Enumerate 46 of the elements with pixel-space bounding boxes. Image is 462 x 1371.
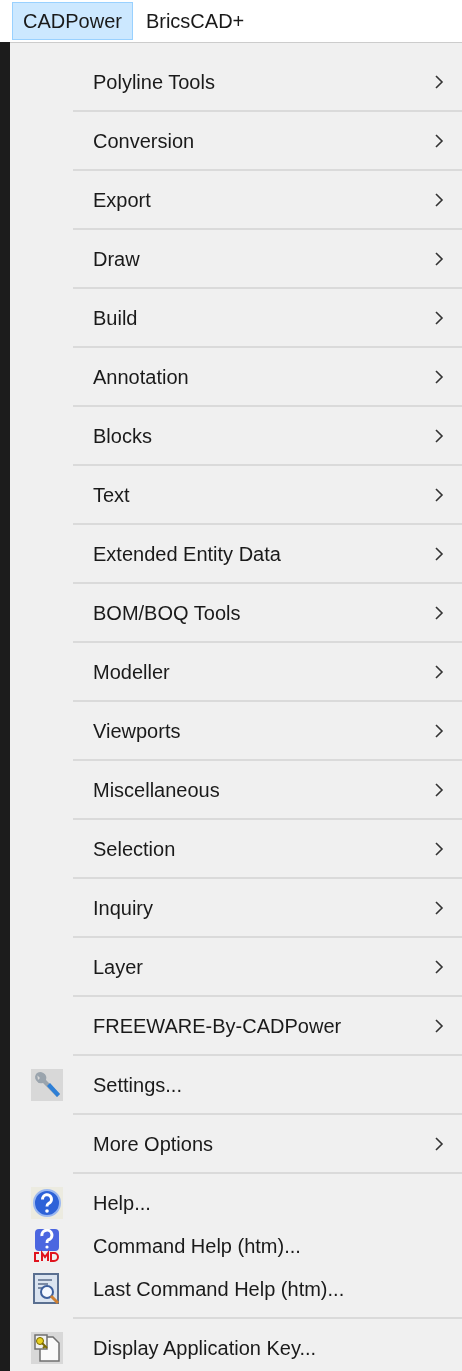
chevron-right-icon: [434, 251, 444, 266]
menu-bar-item[interactable]: BricsCAD+: [134, 2, 256, 40]
chevron-right-icon: [434, 74, 444, 89]
menu-item[interactable]: Blocks: [10, 414, 462, 457]
chevron-right-icon: [434, 1136, 444, 1151]
menu-item[interactable]: Inquiry: [10, 886, 462, 929]
menu-item[interactable]: Miscellaneous: [10, 768, 462, 811]
menu-item[interactable]: FREEWARE-By-CADPower: [10, 1004, 462, 1047]
menu-item[interactable]: BOM/BOQ Tools: [10, 591, 462, 634]
menu-item[interactable]: Build: [10, 296, 462, 339]
menu-item[interactable]: Export: [10, 178, 462, 221]
menu-item[interactable]: Polyline Tools: [10, 60, 462, 103]
menu-item[interactable]: Last Command Help (htm)...: [10, 1267, 462, 1310]
menu-item[interactable]: Extended Entity Data: [10, 532, 462, 575]
menu-item[interactable]: More Options: [10, 1122, 462, 1165]
menu-item[interactable]: Annotation: [10, 355, 462, 398]
chevron-right-icon: [434, 723, 444, 738]
menu-item[interactable]: Help...: [10, 1181, 462, 1224]
menu-item[interactable]: Selection: [10, 827, 462, 870]
key-document-icon: [30, 1331, 63, 1364]
chevron-right-icon: [434, 428, 444, 443]
chevron-right-icon: [434, 546, 444, 561]
menu-item[interactable]: Modeller: [10, 650, 462, 693]
chevron-right-icon: [434, 959, 444, 974]
menu-item[interactable]: Command Help (htm)...: [10, 1224, 462, 1267]
help-icon: [30, 1186, 63, 1219]
chevron-right-icon: [434, 664, 444, 679]
menu-item[interactable]: Conversion: [10, 119, 462, 162]
wrench-icon: [30, 1068, 63, 1101]
chevron-right-icon: [434, 133, 444, 148]
menu-item[interactable]: Layer: [10, 945, 462, 988]
menu-item[interactable]: Text: [10, 473, 462, 516]
menu-item[interactable]: Display Application Key...: [10, 1326, 462, 1369]
menu-item[interactable]: Draw: [10, 237, 462, 280]
chevron-right-icon: [434, 487, 444, 502]
menu-item[interactable]: Viewports: [10, 709, 462, 752]
chevron-right-icon: [434, 841, 444, 856]
chevron-right-icon: [434, 192, 444, 207]
chevron-right-icon: [434, 369, 444, 384]
chevron-right-icon: [434, 1018, 444, 1033]
chevron-right-icon: [434, 782, 444, 797]
chevron-right-icon: [434, 900, 444, 915]
menu-item[interactable]: Settings...: [10, 1063, 462, 1106]
menu-bar-item[interactable]: CADPower: [12, 2, 133, 40]
chevron-right-icon: [434, 605, 444, 620]
chevron-right-icon: [434, 310, 444, 325]
